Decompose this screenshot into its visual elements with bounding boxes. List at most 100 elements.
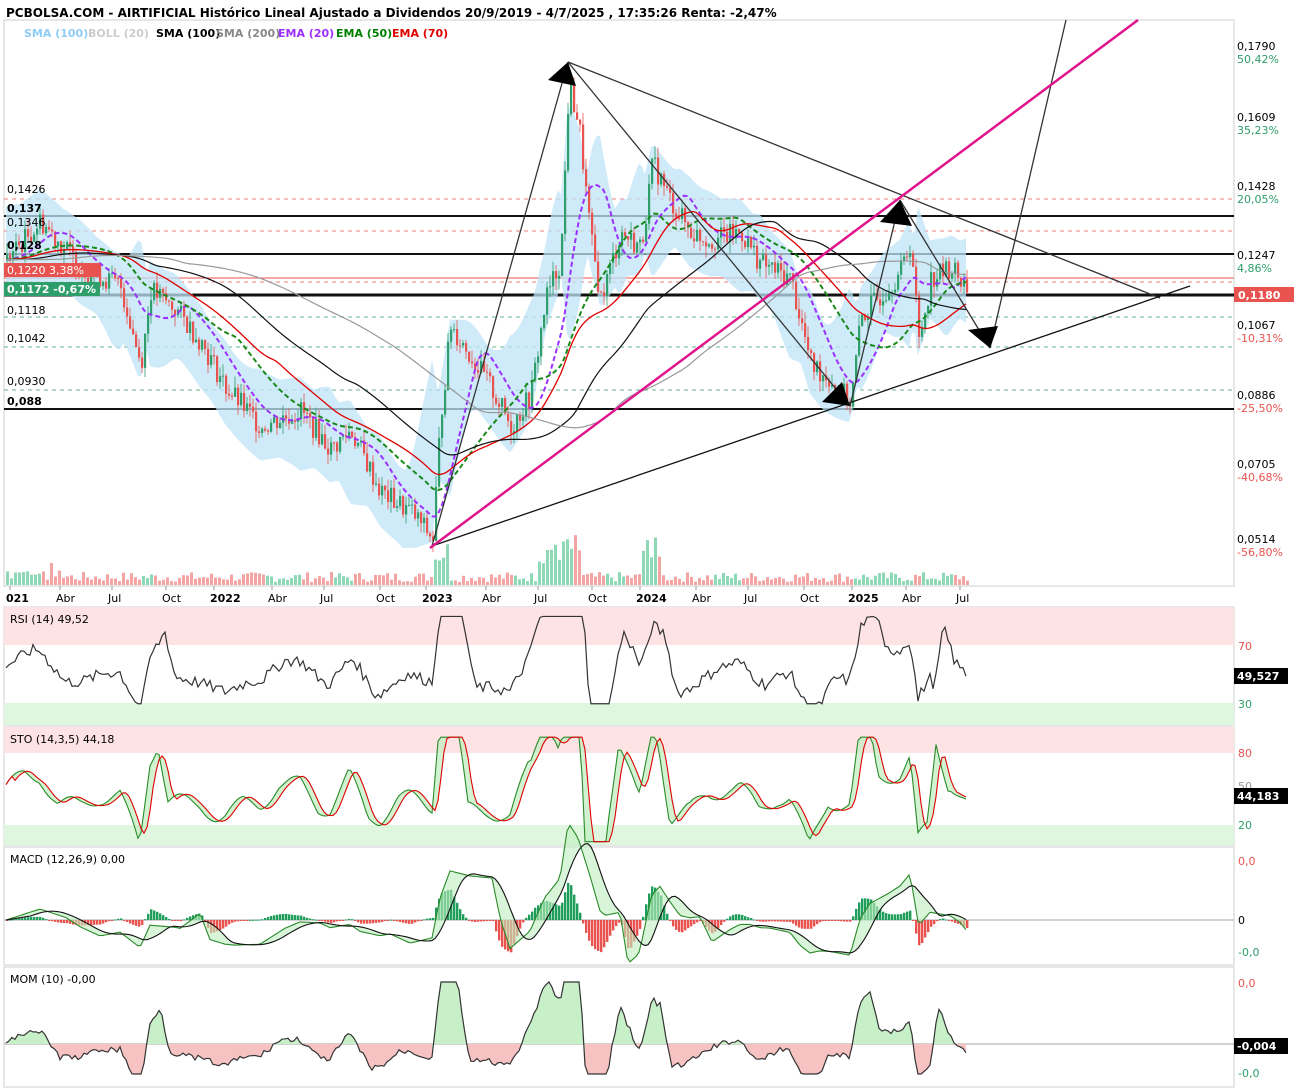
volume-bar [778, 576, 781, 585]
candle-body [540, 328, 543, 357]
macd-hist [147, 913, 150, 920]
volume-bar [454, 580, 457, 585]
macd-hist [834, 920, 837, 921]
macd-hist [672, 920, 675, 927]
macd-hist [240, 920, 243, 921]
mom-fill [762, 1044, 765, 1060]
x-tick-label: Abr [482, 592, 502, 605]
macd-hist [681, 920, 684, 933]
macd-hist [36, 916, 39, 920]
volume-bar [850, 579, 853, 585]
volume-bar [374, 574, 377, 585]
macd-hist [585, 920, 588, 933]
panel-level: -0,0 [1238, 946, 1259, 959]
macd-hist [528, 914, 531, 920]
candle-body [801, 318, 804, 324]
candle-body [384, 485, 387, 491]
mom-fill [906, 1021, 909, 1044]
mom-fill [804, 1044, 807, 1074]
macd-hist [258, 919, 261, 921]
volume-bar [258, 573, 261, 585]
macd-hist [45, 919, 48, 921]
candle-body [210, 355, 213, 365]
macd-hist [102, 920, 105, 924]
macd-hist [429, 918, 432, 920]
volume-bar [390, 579, 393, 585]
volume-bar [22, 571, 25, 585]
candle-body [957, 262, 960, 278]
macd-hist [123, 920, 126, 921]
macd-hist [30, 916, 33, 920]
candle-body [558, 275, 561, 279]
candle-body [531, 380, 534, 409]
volume-bar [382, 575, 385, 585]
macd-hist [354, 920, 357, 921]
macd-hist [417, 920, 420, 922]
volume-bar [406, 581, 409, 585]
mom-fill [174, 1044, 177, 1057]
volume-bar [590, 572, 593, 585]
volume-bar [470, 577, 473, 585]
macd-hist [234, 920, 237, 922]
rsi-panel: RSI (14) 49,52 70 30 49,527 [3, 606, 1288, 726]
last-price-label: 0,1180 [1238, 289, 1281, 302]
macd-hist [819, 920, 822, 923]
legend-entry: EMA (50) [336, 27, 392, 40]
legend-entry: SMA (100) [156, 27, 220, 40]
volume-bar [750, 573, 753, 585]
volume-bar [702, 580, 705, 585]
volume-bar [242, 574, 245, 585]
volume-bar [658, 556, 661, 585]
volume-bar [846, 576, 849, 585]
macd-hist [183, 919, 186, 921]
volume-bar [926, 579, 929, 585]
volume-bar [858, 579, 861, 585]
mom-fill [810, 1044, 813, 1074]
volume-bar [862, 574, 865, 585]
volume-bar [38, 573, 41, 585]
candle-body [198, 339, 201, 350]
candle-body [180, 305, 183, 310]
candle-body [333, 442, 336, 444]
candle-body [369, 461, 372, 472]
candle-body [918, 295, 921, 337]
macd-hist [738, 914, 741, 920]
y-tick-pct: -10,31% [1237, 332, 1283, 345]
legend-entry: EMA (20) [278, 27, 334, 40]
macd-hist [465, 917, 468, 920]
mom-fill [66, 1044, 69, 1056]
mom-fill [681, 1044, 684, 1067]
volume-bar [562, 541, 565, 585]
mom-fill [576, 982, 579, 1044]
macd-hist [279, 914, 282, 920]
candle-body [777, 263, 780, 273]
macd-hist [612, 920, 615, 931]
macd-hist [759, 920, 762, 922]
candle-body [906, 256, 909, 258]
volume-bar [550, 549, 553, 585]
macd-hist [900, 914, 903, 920]
x-tick-label: 2023 [422, 592, 453, 605]
mom-fill [627, 1025, 630, 1044]
sto-panel: STO (14,3,5) 44,1880502044,183 [3, 726, 1288, 846]
macd-hist [732, 914, 735, 920]
volume-bar [34, 574, 37, 585]
candle-body [537, 356, 540, 363]
candle-body [324, 434, 327, 449]
macd-hist [825, 920, 828, 921]
mom-fill [417, 1044, 420, 1057]
left-level-label: 0,1220 3,38% [7, 264, 84, 277]
candle-body [105, 281, 108, 289]
volume-bar [798, 577, 801, 585]
macd-hist [765, 920, 768, 922]
macd-hist [741, 914, 744, 920]
mom-fill [861, 997, 864, 1044]
mom-fill [471, 1044, 474, 1062]
candle-body [138, 347, 141, 358]
macd-hist [318, 920, 321, 921]
macd-hist [903, 912, 906, 920]
macd-hist [342, 920, 345, 921]
volume-bar [854, 578, 857, 585]
macd-hist [414, 920, 417, 923]
candle-body [606, 273, 609, 297]
